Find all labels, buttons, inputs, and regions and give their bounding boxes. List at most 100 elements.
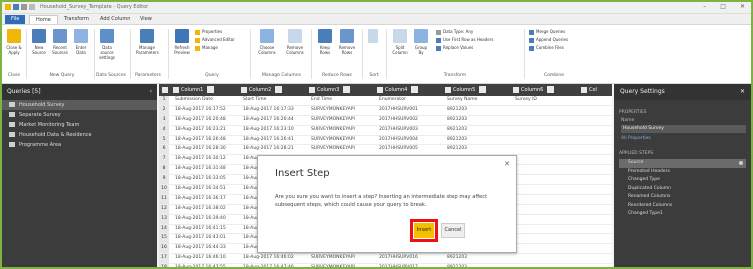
table-cell[interactable]: 18-Aug-2017 16:26:48 xyxy=(175,136,226,145)
row-number[interactable]: 10 xyxy=(159,185,169,194)
table-cell[interactable]: SURVEYMONKEYAPI xyxy=(311,116,355,125)
tab-add-column[interactable]: Add Column xyxy=(94,15,136,24)
undo-icon[interactable] xyxy=(21,4,27,10)
table-cell[interactable]: 18-Aug-2017 16:36:17 xyxy=(175,195,226,204)
dialog-close-icon[interactable]: ✕ xyxy=(504,160,510,168)
table-cell[interactable]: Start Time xyxy=(243,96,266,105)
applied-step[interactable]: Reordered Columns xyxy=(619,202,746,211)
advanced-editor-button[interactable]: Advanced Editor xyxy=(195,37,235,43)
row-number[interactable]: 15 xyxy=(159,234,169,244)
keep-rows-button[interactable]: Keep Rows xyxy=(316,29,334,55)
all-properties-link[interactable]: All Properties xyxy=(614,136,751,141)
table-cell[interactable]: 2017HHSURV005 xyxy=(379,145,418,154)
table-cell[interactable]: 8921203 xyxy=(447,126,467,135)
table-cell[interactable]: 8921203 xyxy=(447,116,467,125)
row-number[interactable]: 16 xyxy=(159,244,169,254)
recent-sources-button[interactable]: Recent Sources xyxy=(51,29,69,55)
table-cell[interactable]: 2017HHSURV017 xyxy=(379,264,418,267)
row-number[interactable]: 17 xyxy=(159,254,169,264)
table-cell[interactable]: 2017HHSURV016 xyxy=(379,254,418,263)
row-number[interactable]: 9 xyxy=(159,175,169,185)
append-queries-button[interactable]: Append Queries xyxy=(529,37,568,43)
filter-dropdown-icon[interactable] xyxy=(207,86,215,93)
gear-icon[interactable] xyxy=(739,161,743,165)
row-number[interactable]: 7 xyxy=(159,155,169,165)
close-pane-icon[interactable]: ✕ xyxy=(740,84,745,100)
table-cell[interactable]: 18-Aug-2017 16:46:10 xyxy=(175,254,226,263)
cancel-button[interactable]: Cancel xyxy=(441,223,465,238)
table-cell[interactable]: 18-Aug-2017 16:41:15 xyxy=(175,225,226,234)
row-number[interactable]: 11 xyxy=(159,194,169,204)
column-header[interactable]: Column1 xyxy=(173,84,215,96)
table-cell[interactable]: 2017HHSURV003 xyxy=(379,126,418,135)
table-cell[interactable]: Survey Name xyxy=(447,96,477,105)
row-number[interactable]: 3 xyxy=(159,115,169,125)
query-item[interactable]: Household Data & Residence xyxy=(2,130,157,140)
row-number[interactable]: 12 xyxy=(159,204,169,214)
replace-values-button[interactable]: Replace Values xyxy=(436,45,473,51)
close-window-button[interactable]: ✕ xyxy=(740,3,745,10)
sort-ascending-button[interactable] xyxy=(366,29,380,45)
table-cell[interactable]: 18-Aug-2017 16:17:52 xyxy=(175,106,226,115)
table-cell[interactable]: 18-Aug-2017 16:26:41 xyxy=(243,136,294,145)
manage-button[interactable]: Manage xyxy=(195,45,218,51)
applied-step[interactable]: Changed Type1 xyxy=(619,210,746,219)
remove-columns-button[interactable]: Remove Columns xyxy=(284,29,306,55)
filter-dropdown-icon[interactable] xyxy=(547,86,555,93)
table-cell[interactable]: 18-Aug-2017 16:23:10 xyxy=(243,126,294,135)
tab-file[interactable]: File xyxy=(5,15,26,24)
remove-rows-button[interactable]: Remove Rows xyxy=(338,29,356,55)
column-header[interactable]: Col xyxy=(581,84,597,96)
applied-step[interactable]: Changed Type xyxy=(619,176,746,185)
table-cell[interactable]: 18-Aug-2017 16:28:21 xyxy=(243,145,294,154)
table-cell[interactable]: 18-Aug-2017 16:31:48 xyxy=(175,165,226,174)
save-icon[interactable] xyxy=(13,4,19,10)
new-source-button[interactable]: New Source xyxy=(30,29,48,55)
table-cell[interactable]: 18-Aug-2017 16:17:33 xyxy=(243,106,294,115)
tab-view[interactable]: View xyxy=(134,15,158,24)
applied-step[interactable]: Renamed Columns xyxy=(619,193,746,202)
table-cell[interactable]: 2017HHSURV004 xyxy=(379,136,418,145)
enter-data-button[interactable]: Enter Data xyxy=(72,29,90,55)
refresh-preview-button[interactable]: Refresh Preview xyxy=(173,29,191,55)
table-cell[interactable]: 18-Aug-2017 16:20:44 xyxy=(243,116,294,125)
column-header[interactable]: Column6 xyxy=(513,84,555,96)
column-header[interactable]: Column4 xyxy=(377,84,419,96)
manage-parameters-button[interactable]: Manage Parameters xyxy=(136,29,159,55)
qat-dropdown-icon[interactable] xyxy=(29,4,35,10)
table-cell[interactable]: 18-Aug-2017 16:47:46 xyxy=(243,264,294,267)
insert-button[interactable]: Insert xyxy=(414,223,434,238)
filter-dropdown-icon[interactable] xyxy=(411,86,419,93)
minimize-button[interactable]: – xyxy=(703,3,706,10)
collapse-chevron-icon[interactable]: ‹ xyxy=(150,84,152,100)
table-cell[interactable]: 18-Aug-2017 16:47:55 xyxy=(175,264,226,267)
table-cell[interactable]: 8921203 xyxy=(447,145,467,154)
tab-transform[interactable]: Transform xyxy=(58,15,95,24)
table-cell[interactable]: End Time xyxy=(311,96,332,105)
query-name-field[interactable]: Household Survey xyxy=(621,125,746,133)
merge-queries-button[interactable]: Merge Queries xyxy=(529,29,565,35)
table-cell[interactable]: 8921203 xyxy=(447,264,467,267)
table-cell[interactable]: 18-Aug-2017 16:39:40 xyxy=(175,215,226,224)
maximize-button[interactable]: □ xyxy=(720,3,726,10)
close-apply-button[interactable]: Close & Apply xyxy=(5,29,23,55)
row-number[interactable]: 1 xyxy=(159,96,169,105)
applied-step[interactable]: Duplicated Column xyxy=(619,185,746,194)
table-cell[interactable]: 18-Aug-2017 16:43:01 xyxy=(175,234,226,243)
row-number[interactable]: 18 xyxy=(159,264,169,267)
table-cell[interactable]: Submission Date xyxy=(175,96,213,105)
filter-dropdown-icon[interactable] xyxy=(275,86,283,93)
row-number[interactable]: 14 xyxy=(159,224,169,234)
applied-step[interactable]: Promoted Headers xyxy=(619,168,746,177)
table-cell[interactable]: 2017HHSURV002 xyxy=(379,116,418,125)
column-header[interactable]: Column2 xyxy=(241,84,283,96)
table-cell[interactable]: SURVEYMONKEYAPI xyxy=(311,254,355,263)
column-header[interactable]: Column5 xyxy=(445,84,487,96)
data-type-dropdown[interactable]: Data Type: Any xyxy=(436,29,473,35)
choose-columns-button[interactable]: Choose Columns xyxy=(256,29,278,55)
table-cell[interactable]: 18-Aug-2017 16:46:02 xyxy=(243,254,294,263)
table-cell[interactable]: 18-Aug-2017 16:44:33 xyxy=(175,244,226,253)
filter-dropdown-icon[interactable] xyxy=(479,86,487,93)
table-cell[interactable]: 18-Aug-2017 16:38:02 xyxy=(175,205,226,214)
table-cell[interactable]: 8921203 xyxy=(447,136,467,145)
